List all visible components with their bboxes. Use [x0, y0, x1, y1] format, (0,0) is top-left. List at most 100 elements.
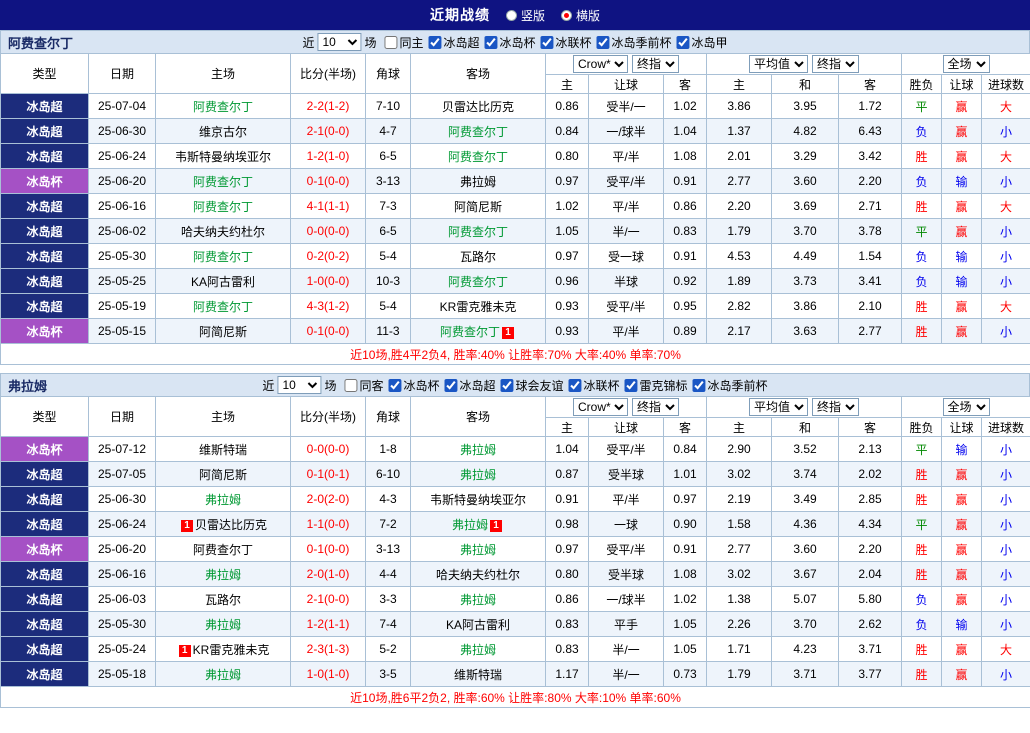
away-team-name: 弗拉姆	[451, 517, 488, 532]
ah-stage-select[interactable]: 终指	[632, 55, 679, 73]
ah-home-odds: 0.80	[545, 143, 589, 169]
checkbox-冰岛杯[interactable]	[484, 35, 498, 49]
checkbox-label: 冰联杯	[555, 35, 592, 50]
match-filter: 近 10 场 同客 冰岛杯 冰岛超 球会友谊 冰联杯 雷克锦标 冰岛季前杯	[262, 376, 768, 394]
away-team-name: 阿费查尔丁	[447, 149, 508, 164]
ah-away-odds: 0.91	[663, 536, 707, 562]
ah-away-odds: 0.73	[663, 661, 707, 687]
match-row: 冰岛超 25-05-19 阿费查尔丁 4-3(1-2) 5-4 KR雷克雅未克 0.93 受平…	[0, 293, 1030, 319]
col-corner: 角球	[365, 53, 411, 94]
score-cell: 2-1(0-0)	[290, 118, 366, 144]
away-team-cell: 韦斯特曼纳埃亚尔	[410, 486, 546, 512]
handicap-result-cell: 输	[941, 168, 983, 194]
ah-company-select[interactable]: Crow*	[573, 398, 628, 416]
home-team-name: 阿费查尔丁	[192, 249, 253, 264]
col-eu-away: 客	[837, 417, 903, 437]
eu-draw-odds: 3.70	[771, 611, 839, 637]
match-row: 冰岛杯 25-07-12 维斯特瑞 0-0(0-0) 1-8 弗拉姆 1.04 受平/半 0.8…	[0, 436, 1030, 462]
checkbox-冰岛甲[interactable]	[676, 35, 690, 49]
date-cell: 25-06-03	[88, 586, 156, 612]
checkbox-冰岛季前杯[interactable]	[596, 35, 610, 49]
filter-checkbox-冰联杯[interactable]: 冰联杯	[540, 34, 592, 51]
team-bar: 弗拉姆 近 10 场 同客 冰岛杯 冰岛超 球会友谊 冰联杯 雷克锦标 冰岛季前杯	[0, 373, 1030, 396]
filter-checkbox-冰岛甲[interactable]: 冰岛甲	[676, 34, 728, 51]
filter-checkbox-雷克锦标[interactable]: 雷克锦标	[624, 377, 688, 394]
ah-stage-select[interactable]: 终指	[632, 398, 679, 416]
date-cell: 25-06-30	[88, 118, 156, 144]
score-cell: 0-0(0-0)	[290, 218, 366, 244]
layout-radio-horizontal[interactable]: 横版	[561, 7, 600, 24]
handicap-result-cell: 赢	[941, 486, 983, 512]
filter-checkbox-冰岛杯[interactable]: 冰岛杯	[484, 34, 536, 51]
filter-checkbox-球会友谊[interactable]: 球会友谊	[500, 377, 564, 394]
handicap-result-cell: 赢	[941, 293, 983, 319]
checkbox-冰岛超[interactable]	[444, 378, 458, 392]
filter-checkbox-冰岛超[interactable]: 冰岛超	[428, 34, 480, 51]
filter-checkbox-同主[interactable]: 同主	[384, 34, 423, 51]
col-eu-home: 主	[706, 74, 772, 94]
away-team-cell: 弗拉姆	[410, 586, 546, 612]
match-count-select[interactable]: 10	[317, 33, 362, 51]
result-cell: 平	[901, 511, 943, 537]
home-team-cell: 弗拉姆	[155, 661, 291, 687]
handicap-result-cell: 赢	[941, 318, 983, 344]
filter-checkbox-冰岛杯[interactable]: 冰岛杯	[388, 377, 439, 394]
home-team-cell: 哈夫纳夫约杜尔	[155, 218, 291, 244]
scope-select[interactable]: 全场	[942, 398, 990, 416]
checkbox-同客[interactable]	[344, 378, 358, 392]
filter-checkbox-冰联杯[interactable]: 冰联杯	[568, 377, 620, 394]
eu-away-odds: 2.13	[837, 436, 903, 462]
filter-checkbox-冰岛季前杯[interactable]: 冰岛季前杯	[596, 34, 672, 51]
home-team-name: 阿简尼斯	[198, 467, 247, 482]
filter-checkbox-冰岛超[interactable]: 冰岛超	[444, 377, 496, 394]
away-team-cell: 阿费查尔丁	[410, 118, 546, 144]
filter-checkbox-冰岛季前杯[interactable]: 冰岛季前杯	[692, 377, 768, 394]
league-cell: 冰岛超	[0, 118, 89, 144]
checkbox-label: 冰岛超	[459, 378, 496, 393]
eu-home-odds: 2.90	[706, 436, 772, 462]
checkbox-冰岛杯[interactable]	[388, 378, 402, 392]
match-filter: 近 10 场 同主 冰岛超 冰岛杯 冰联杯 冰岛季前杯 冰岛甲	[302, 33, 728, 51]
checkbox-label: 同主	[399, 35, 424, 50]
eu-company-select[interactable]: 平均值	[749, 398, 808, 416]
ah-line: 平/半	[588, 193, 664, 219]
checkbox-球会友谊[interactable]	[500, 378, 514, 392]
goals-result-cell: 小	[981, 318, 1030, 344]
ah-line: 半/一	[588, 661, 664, 687]
filter-checkbox-同客[interactable]: 同客	[344, 377, 383, 394]
home-team-name: KR雷克雅未克	[192, 642, 270, 657]
ah-away-odds: 0.92	[663, 268, 707, 294]
col-ah-away: 客	[663, 417, 707, 437]
ah-company-select[interactable]: Crow*	[573, 55, 628, 73]
eu-home-odds: 4.53	[706, 243, 772, 269]
eu-stage-select[interactable]: 终指	[812, 398, 859, 416]
away-team-cell: 贝雷达比历克	[410, 93, 546, 119]
layout-radio-vertical[interactable]: 竖版	[505, 7, 545, 24]
scope-select[interactable]: 全场	[942, 55, 990, 73]
away-team-name: 韦斯特曼纳埃亚尔	[429, 492, 526, 507]
checkbox-雷克锦标[interactable]	[624, 378, 638, 392]
date-cell: 25-06-24	[88, 511, 156, 537]
eu-draw-odds: 3.60	[771, 536, 839, 562]
col-result: 胜负	[901, 74, 943, 94]
league-cell: 冰岛超	[0, 218, 89, 244]
ah-home-odds: 1.05	[545, 218, 589, 244]
match-count-select[interactable]: 10	[277, 376, 322, 394]
league-cell: 冰岛超	[0, 243, 89, 269]
home-team-cell: 瓦路尔	[155, 586, 291, 612]
eu-stage-select[interactable]: 终指	[812, 55, 859, 73]
checkbox-同主[interactable]	[384, 35, 398, 49]
home-team-cell: KA阿古雷利	[155, 268, 291, 294]
team-bar: 阿费查尔丁 近 10 场 同主 冰岛超 冰岛杯 冰联杯 冰岛季前杯 冰岛甲	[0, 30, 1030, 53]
league-filter-checkboxes: 同客 冰岛杯 冰岛超 球会友谊 冰联杯 雷克锦标 冰岛季前杯	[339, 377, 768, 394]
checkbox-冰联杯[interactable]	[568, 378, 582, 392]
checkbox-冰岛季前杯[interactable]	[692, 378, 706, 392]
eu-company-select[interactable]: 平均值	[749, 55, 808, 73]
checkbox-冰联杯[interactable]	[540, 35, 554, 49]
corner-cell: 5-4	[365, 293, 411, 319]
summary-line: 近10场,胜4平2负4, 胜率:40% 让胜率:70% 大率:40% 单率:70…	[0, 343, 1030, 365]
date-cell: 25-05-25	[88, 268, 156, 294]
corner-cell: 10-3	[365, 268, 411, 294]
checkbox-冰岛超[interactable]	[428, 35, 442, 49]
ah-away-odds: 1.08	[663, 143, 707, 169]
